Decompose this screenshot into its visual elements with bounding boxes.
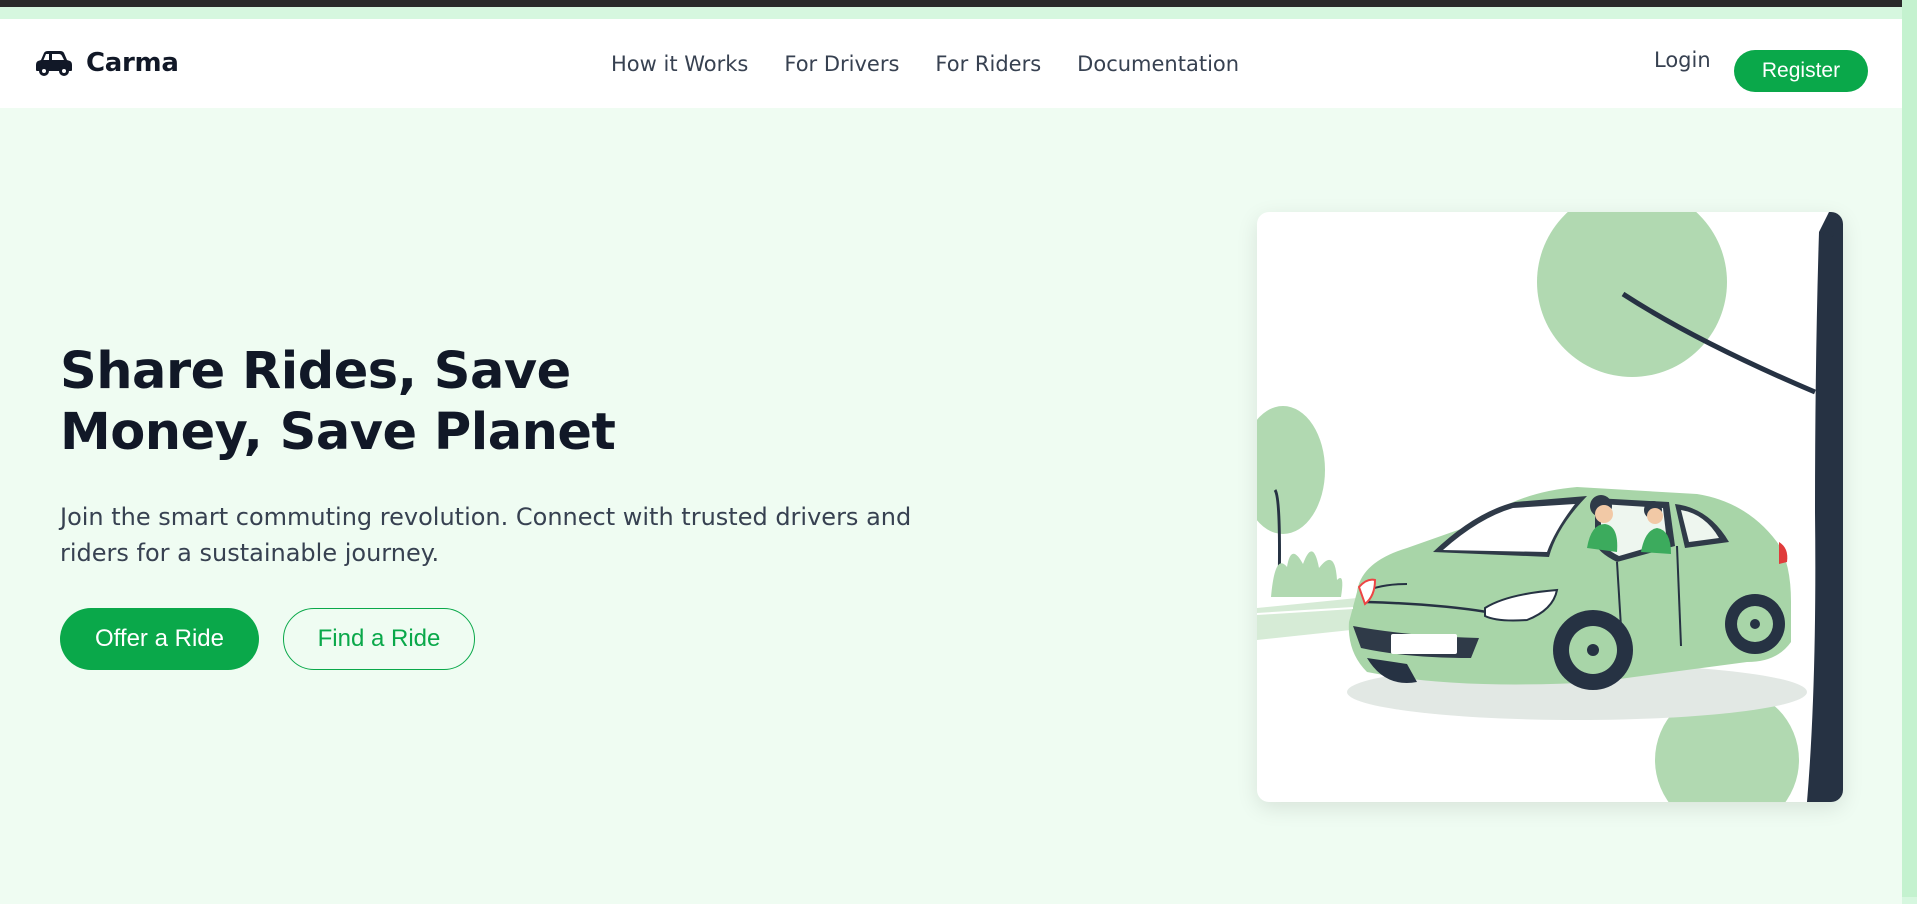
- hero-title-line-1: Share Rides, Save: [60, 342, 571, 401]
- car-icon: [36, 50, 72, 76]
- offer-ride-button[interactable]: Offer a Ride: [60, 608, 259, 670]
- register-button[interactable]: Register: [1734, 50, 1868, 92]
- nav-how-it-works[interactable]: How it Works: [611, 52, 748, 76]
- nav-for-drivers[interactable]: For Drivers: [784, 52, 899, 76]
- hero-subtitle-line-2: riders for a sustainable journey.: [60, 539, 440, 567]
- navbar: Carma How it Works For Drivers For Rider…: [0, 19, 1902, 108]
- hero-illustration-card: [1257, 212, 1843, 802]
- page: Carma How it Works For Drivers For Rider…: [0, 19, 1902, 904]
- hero-subtitle-line-1: Join the smart commuting revolution. Con…: [60, 503, 912, 531]
- find-ride-button[interactable]: Find a Ride: [283, 608, 475, 670]
- main-nav: How it Works For Drivers For Riders Docu…: [611, 19, 1239, 108]
- brand-logo[interactable]: Carma: [35, 45, 179, 81]
- hero-title: Share Rides, Save Money, Save Planet: [60, 341, 700, 463]
- scrollbar[interactable]: [1902, 0, 1917, 897]
- login-link[interactable]: Login: [1654, 48, 1711, 72]
- browser-viewport: Carma How it Works For Drivers For Rider…: [0, 7, 1917, 904]
- brand-name: Carma: [86, 48, 179, 78]
- hero-title-line-2: Money, Save Planet: [60, 403, 616, 462]
- nav-for-riders[interactable]: For Riders: [935, 52, 1041, 76]
- nav-documentation[interactable]: Documentation: [1077, 52, 1239, 76]
- hero-subtitle: Join the smart commuting revolution. Con…: [60, 499, 940, 571]
- car-illustration: [1257, 212, 1843, 802]
